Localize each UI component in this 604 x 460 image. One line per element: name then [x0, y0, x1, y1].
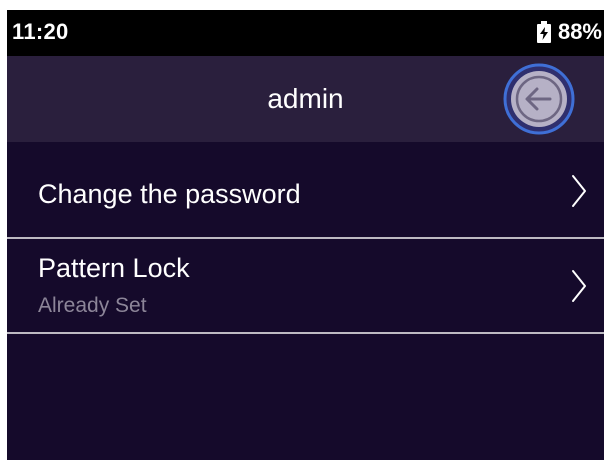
screen: 11:20 88% admin Change the password Patt…	[7, 10, 604, 460]
pattern-lock-row[interactable]: Pattern Lock Already Set	[7, 239, 604, 333]
app-header: admin	[7, 56, 604, 142]
row-divider	[7, 332, 604, 334]
pattern-lock-status: Already Set	[38, 294, 147, 317]
battery-charging-icon	[536, 21, 552, 43]
change-password-row[interactable]: Change the password	[7, 142, 604, 238]
battery-percent: 88%	[557, 19, 602, 44]
change-password-label: Change the password	[38, 179, 301, 209]
chevron-right-icon	[570, 268, 588, 304]
status-time: 11:20	[12, 19, 69, 44]
arrow-left-icon	[503, 63, 575, 135]
chevron-right-icon	[570, 173, 588, 209]
pattern-lock-label: Pattern Lock	[38, 253, 190, 283]
status-bar: 11:20 88%	[7, 10, 604, 56]
back-button[interactable]	[500, 60, 578, 138]
status-right: 88%	[536, 19, 602, 45]
